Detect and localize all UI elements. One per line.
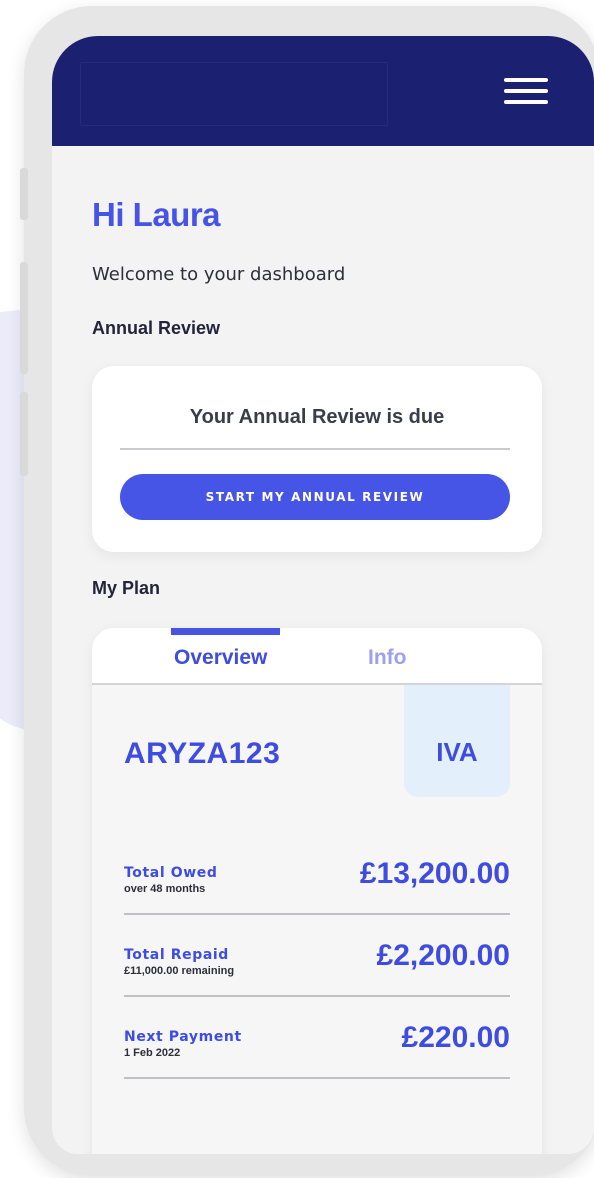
tab-overview[interactable]: Overview bbox=[174, 646, 267, 670]
divider bbox=[120, 448, 510, 450]
divider bbox=[124, 913, 510, 915]
tab-info[interactable]: Info bbox=[368, 646, 406, 670]
stat-value: £13,200.00 bbox=[359, 857, 510, 890]
stat-label: Total Repaid bbox=[124, 947, 229, 963]
hamburger-menu-icon[interactable] bbox=[504, 78, 548, 106]
app-screen: Hi Laura Welcome to your dashboard Annua… bbox=[52, 36, 594, 1154]
stat-next-payment: Next Payment 1 Feb 2022 £220.00 bbox=[124, 1021, 510, 1081]
plan-overview-panel: IVA ARYZA123 Total Owed over 48 months £… bbox=[92, 685, 542, 1154]
start-annual-review-button[interactable]: START MY ANNUAL REVIEW bbox=[120, 474, 510, 520]
stat-total-repaid: Total Repaid £11,000.00 remaining £2,200… bbox=[124, 939, 510, 999]
stat-sublabel: £11,000.00 remaining bbox=[124, 965, 235, 977]
plan-reference: ARYZA123 bbox=[124, 737, 281, 770]
stat-value: £220.00 bbox=[401, 1021, 510, 1054]
stat-sublabel: over 48 months bbox=[124, 883, 206, 895]
annual-review-card: Your Annual Review is due START MY ANNUA… bbox=[92, 366, 542, 552]
plan-type-label: IVA bbox=[436, 737, 478, 767]
my-plan-title: My Plan bbox=[92, 578, 161, 598]
plan-card: Overview Info IVA ARYZA123 Total Owed ov… bbox=[92, 628, 542, 1154]
active-tab-indicator bbox=[171, 628, 280, 635]
phone-side-button bbox=[20, 262, 28, 374]
app-header bbox=[52, 36, 594, 146]
divider bbox=[124, 1077, 510, 1079]
phone-side-button bbox=[20, 168, 28, 220]
stat-total-owed: Total Owed over 48 months £13,200.00 bbox=[124, 857, 510, 917]
phone-side-button bbox=[20, 392, 28, 476]
welcome-text: Welcome to your dashboard bbox=[92, 264, 346, 285]
plan-type-badge: IVA bbox=[404, 685, 510, 797]
stat-sublabel: 1 Feb 2022 bbox=[124, 1047, 181, 1059]
annual-review-title: Annual Review bbox=[92, 318, 221, 338]
stat-value: £2,200.00 bbox=[376, 939, 510, 972]
annual-review-message: Your Annual Review is due bbox=[189, 406, 445, 428]
logo-placeholder bbox=[80, 62, 388, 126]
greeting-heading: Hi Laura bbox=[92, 196, 221, 233]
stat-label: Total Owed bbox=[124, 865, 218, 881]
stat-label: Next Payment bbox=[124, 1029, 242, 1045]
divider bbox=[124, 995, 510, 997]
